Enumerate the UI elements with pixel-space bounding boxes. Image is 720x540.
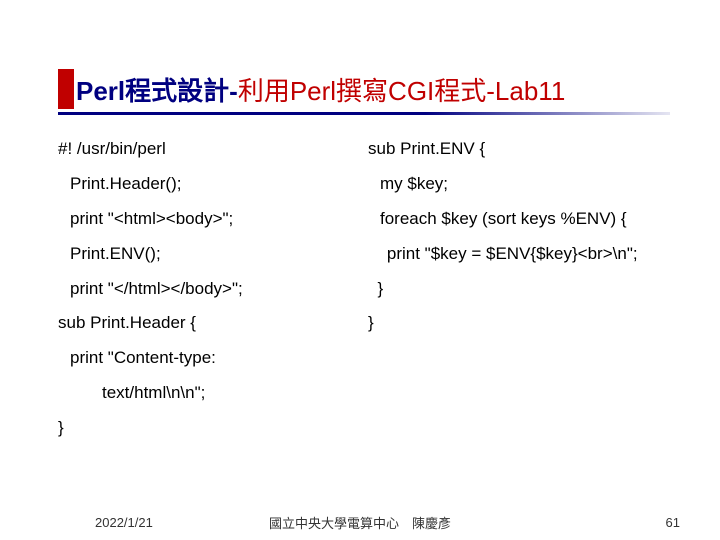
footer-center: 國立中央大學電算中心 陳慶彥 [269,513,451,532]
slide-title: Perl程式設計-利用Perl撰寫CGI程式-Lab11 [76,71,565,108]
code-column-right: sub Print.ENV { my $key; foreach $key (s… [368,135,670,480]
title-bar: Perl程式設計-利用Perl撰寫CGI程式-Lab11 [58,65,670,113]
code-line: sub Print.Header { [58,309,360,338]
code-line: my $key; [368,170,670,199]
footer-date: 2022/1/21 [95,515,153,530]
code-line: print "<html><body>"; [58,205,360,234]
code-line: Print.ENV(); [58,240,360,269]
code-column-left: #! /usr/bin/perl Print.Header(); print "… [58,135,360,480]
code-line: print "Content-type: [58,344,360,373]
code-line: } [368,309,670,338]
code-line: Print.Header(); [58,170,360,199]
code-line: #! /usr/bin/perl [58,135,360,164]
code-line: foreach $key (sort keys %ENV) { [368,205,670,234]
code-line: sub Print.ENV { [368,135,670,164]
code-line: print "$key = $ENV{$key}<br>\n"; [368,240,670,269]
footer-page: 61 [666,515,680,530]
code-line: } [58,414,360,443]
title-main: Perl程式設計- [76,76,238,106]
code-line: print "</html></body>"; [58,275,360,304]
accent-block [58,69,74,109]
code-line: text/html\n\n"; [58,379,360,408]
title-underline [58,112,670,115]
title-sub: 利用Perl撰寫CGI程式-Lab11 [238,76,566,106]
slide: Perl程式設計-利用Perl撰寫CGI程式-Lab11 #! /usr/bin… [0,0,720,540]
content-area: #! /usr/bin/perl Print.Header(); print "… [58,135,670,480]
code-line: } [368,275,670,304]
